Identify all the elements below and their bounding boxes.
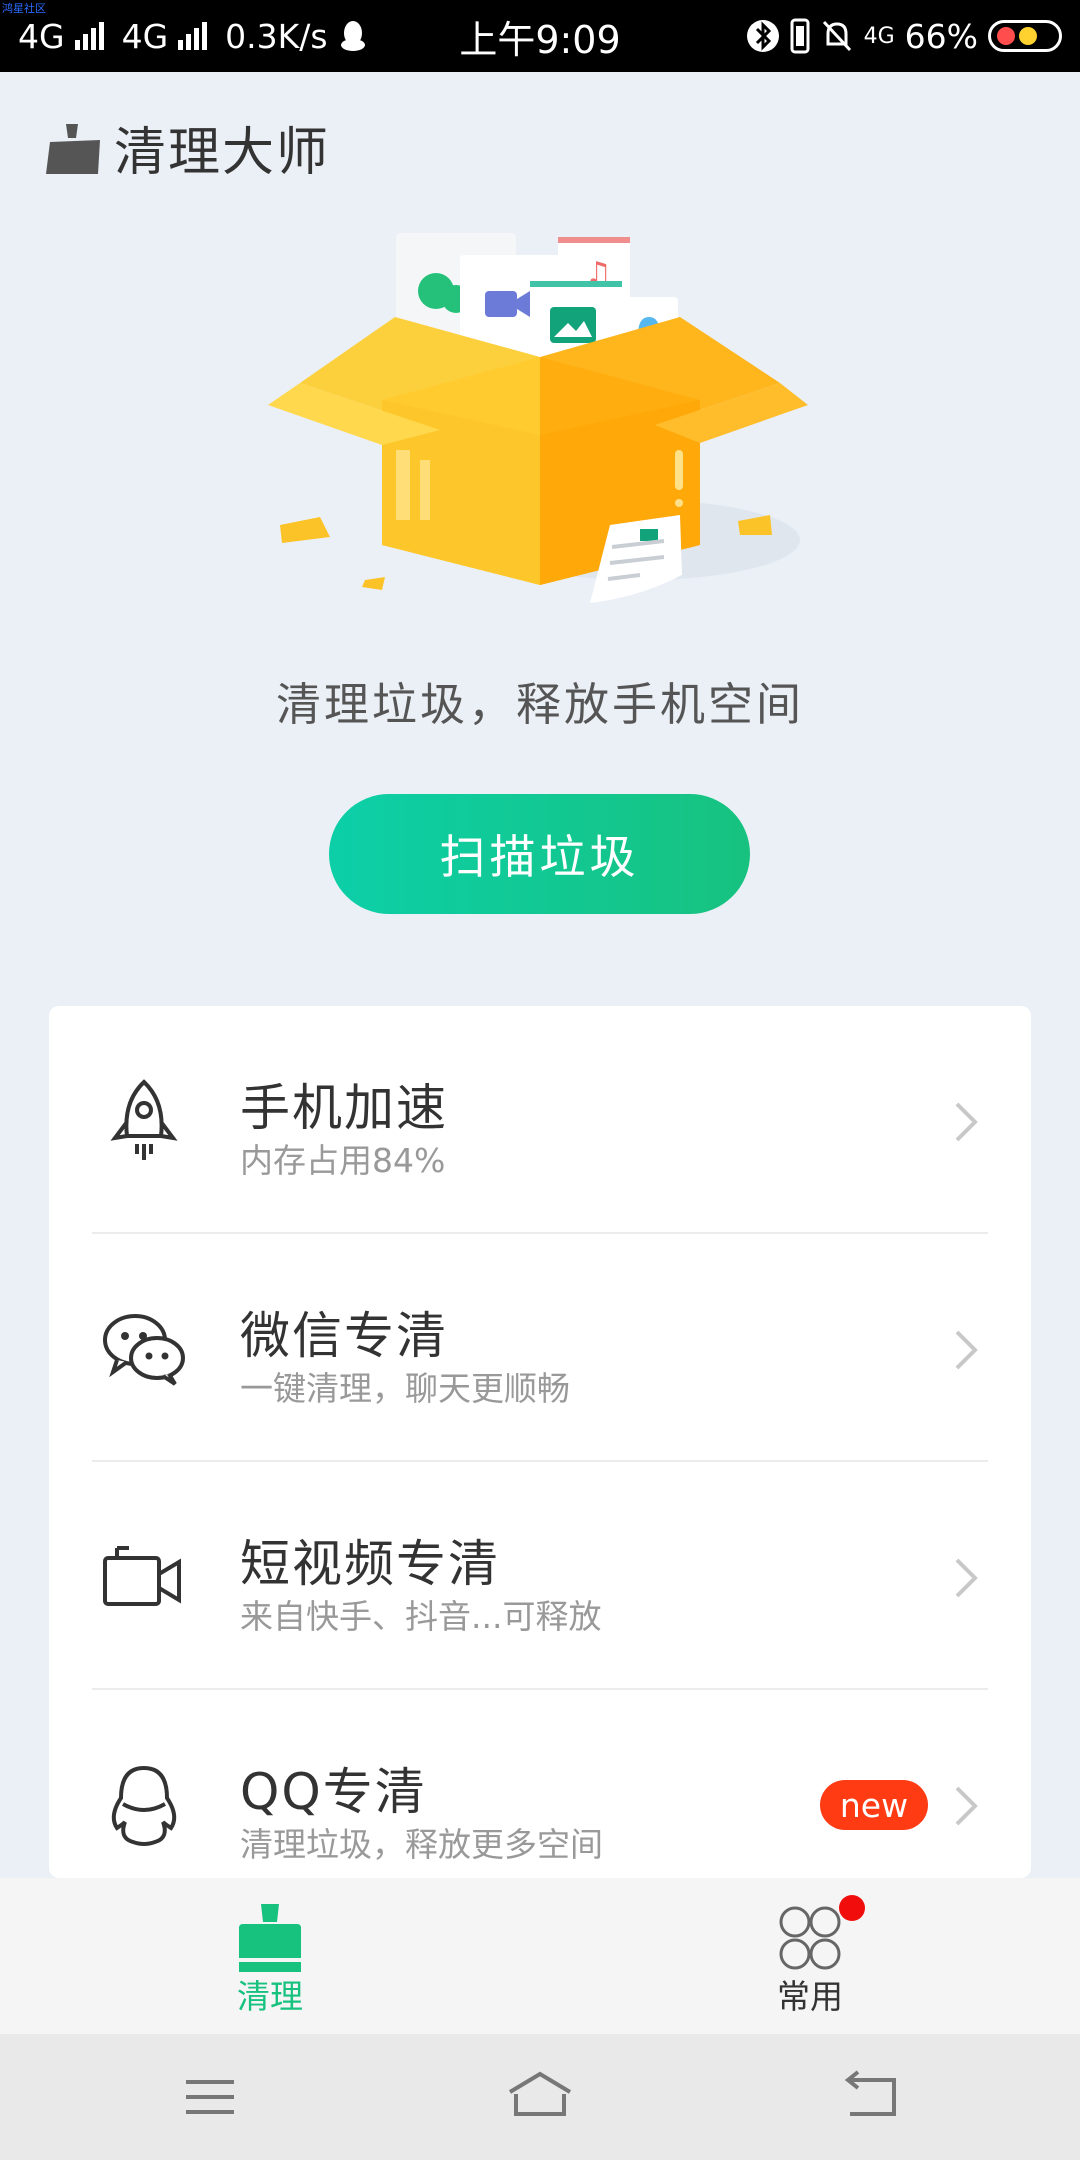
tab-clean[interactable]: 清理 (0, 1878, 540, 2034)
feature-title: QQ专清 (240, 1763, 427, 1821)
chevron-right-icon (955, 1330, 978, 1370)
tab-label: 清理 (237, 1977, 303, 2016)
notification-dot (839, 1895, 865, 1921)
home-icon[interactable] (490, 2064, 590, 2130)
qq-notification-icon (340, 21, 365, 51)
feature-item-short-video-clean[interactable]: 短视频专清 来自快手、抖音...可释放 (49, 1462, 1031, 1690)
battery-icon (988, 20, 1062, 52)
network-label: 4G (121, 16, 169, 56)
rocket-icon (110, 1079, 178, 1160)
chevron-right-icon (955, 1558, 978, 1598)
tab-label: 常用 (777, 1977, 843, 2016)
community-tag: 鸿星社区 (2, 2, 46, 15)
feature-item-qq-clean[interactable]: QQ专清 清理垃圾，释放更多空间 new (49, 1690, 1031, 1878)
box-illustration: ♫ (268, 233, 808, 603)
broom-tab-icon (239, 1904, 301, 1972)
menu-icon[interactable] (160, 2064, 260, 2130)
wechat-icon (103, 1314, 185, 1386)
feature-subtitle: 一键清理，聊天更顺畅 (240, 1369, 570, 1408)
feature-item-wechat-clean[interactable]: 微信专清 一键清理，聊天更顺畅 (49, 1234, 1031, 1462)
signal-icon (178, 22, 208, 50)
app-title: 清理大师 (114, 123, 331, 183)
status-bar: 鸿星社区 4G 4G 0.3K/s 上午9:09 4G 66% (0, 0, 1080, 72)
chevron-right-icon (955, 1786, 978, 1826)
feature-subtitle: 清理垃圾，释放更多空间 (240, 1825, 603, 1864)
feature-subtitle: 内存占用84% (240, 1141, 446, 1180)
signal-icon (74, 22, 104, 50)
scan-junk-button[interactable]: 扫描垃圾 (329, 794, 750, 914)
feature-title: 微信专清 (240, 1307, 448, 1365)
qq-icon (111, 1765, 177, 1846)
chevron-right-icon (955, 1102, 978, 1142)
back-icon[interactable] (820, 2064, 920, 2130)
battery-percent: 66% (904, 16, 978, 56)
app-header: 清理大师 (44, 110, 330, 185)
feature-title: 短视频专清 (240, 1535, 500, 1593)
video-camera-icon (103, 1546, 181, 1606)
network-speed: 0.3K/s (225, 16, 328, 56)
network-label: 4G (863, 23, 895, 49)
bluetooth-icon (746, 20, 779, 52)
tab-common[interactable]: 常用 (540, 1878, 1080, 2034)
feature-item-phone-boost[interactable]: 手机加速 内存占用84% (49, 1006, 1031, 1234)
feature-title: 手机加速 (240, 1079, 448, 1137)
vibrate-icon (790, 18, 810, 54)
broom-icon (46, 123, 100, 174)
status-right: 4G 66% (746, 17, 1062, 56)
hero-tagline: 清理垃圾，释放手机空间 (275, 678, 804, 731)
feature-list: 手机加速 内存占用84% 微信专清 一键清理，聊天更顺畅 短视频专清 来自快手、… (49, 1006, 1031, 1878)
bell-off-icon (822, 20, 851, 52)
status-left: 4G 4G 0.3K/s (18, 17, 368, 56)
system-nav-bar (0, 2034, 1080, 2160)
bottom-tab-bar: 清理 常用 (0, 1878, 1080, 2034)
new-badge: new (820, 1780, 928, 1830)
network-label: 4G (18, 16, 65, 56)
feature-subtitle: 来自快手、抖音...可释放 (240, 1597, 602, 1636)
